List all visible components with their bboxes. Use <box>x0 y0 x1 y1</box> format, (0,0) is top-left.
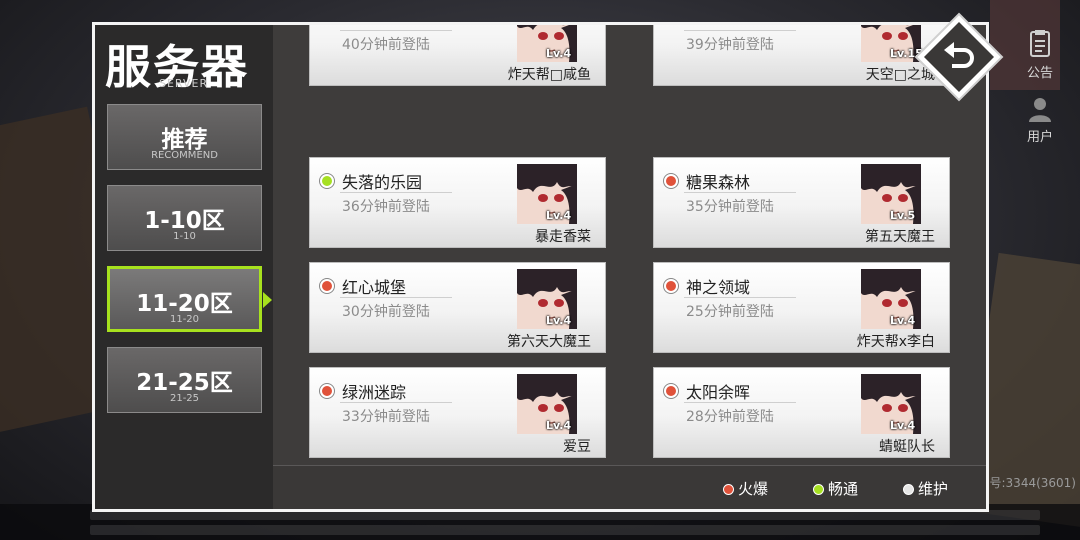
tab-label: 21-25区 <box>136 370 233 396</box>
last-login-time: 36分钟前登陆 <box>342 199 430 215</box>
server-card[interactable]: 39分钟前登陆 Lv.15 天空□之城 <box>653 25 950 86</box>
last-login-time: 30分钟前登陆 <box>342 304 430 320</box>
tab-sublabel: RECOMMEND <box>151 150 218 161</box>
divider <box>684 192 796 193</box>
tab-1-10[interactable]: 1-10区 1-10 <box>107 185 262 251</box>
legend-smooth-label: 畅通 <box>828 480 859 498</box>
character-level: Lv.4 <box>546 47 572 60</box>
server-list[interactable]: 40分钟前登陆 Lv.4 炸天帮□咸鱼 39分钟前登陆 Lv.15 天空□之城 … <box>273 25 986 465</box>
server-name: 太阳余晖 <box>686 383 751 402</box>
legend-maintenance: 维护 <box>903 478 948 499</box>
status-dot <box>664 279 678 293</box>
character-name: 爱豆 <box>563 439 591 455</box>
server-card[interactable]: 40分钟前登陆 Lv.4 炸天帮□咸鱼 <box>309 25 606 86</box>
character-name: 炸天帮x李白 <box>856 334 935 350</box>
tab-label: 1-10区 <box>144 208 225 234</box>
character-name: 蜻蜓队长 <box>879 439 935 455</box>
tab-21-25[interactable]: 21-25区 21-25 <box>107 347 262 413</box>
character-level: Lv.5 <box>890 209 916 222</box>
divider <box>684 297 796 298</box>
server-sidebar: 服务器 SERVER 推荐 RECOMMEND 1-10区 1-10 11-20… <box>95 25 273 509</box>
user-icon <box>1029 98 1051 122</box>
character-level: Lv.4 <box>546 314 572 327</box>
legend-maintenance-dot <box>903 484 914 495</box>
last-login-time: 33分钟前登陆 <box>342 409 430 425</box>
notice-label: 公告 <box>1026 66 1053 81</box>
last-login-time: 28分钟前登陆 <box>686 409 774 425</box>
server-name: 失落的乐园 <box>342 173 423 192</box>
back-button[interactable] <box>914 12 1004 102</box>
legend-hot: 火爆 <box>723 478 768 499</box>
server-panel: 服务器 SERVER 推荐 RECOMMEND 1-10区 1-10 11-20… <box>92 22 989 512</box>
divider <box>684 30 796 31</box>
tab-label: 11-20区 <box>136 291 233 317</box>
divider <box>340 30 452 31</box>
divider <box>340 192 452 193</box>
server-card[interactable]: 糖果森林 35分钟前登陆 Lv.5 第五天魔王 <box>653 157 950 248</box>
tab-11-20[interactable]: 11-20区 11-20 <box>107 266 272 332</box>
server-card[interactable]: 绿洲迷踪 33分钟前登陆 Lv.4 爱豆 <box>309 367 606 458</box>
user-button[interactable]: 用户 <box>1010 96 1070 145</box>
divider <box>684 402 796 403</box>
character-name: 第五天魔王 <box>865 229 935 245</box>
notice-button[interactable]: 公告 <box>1010 30 1070 81</box>
tab-sublabel: 11-20 <box>169 314 200 325</box>
notice-icon <box>1030 30 1050 57</box>
last-login-time: 35分钟前登陆 <box>686 199 774 215</box>
last-login-time: 39分钟前登陆 <box>686 37 774 53</box>
character-name: 暴走香菜 <box>535 229 591 245</box>
status-dot <box>320 174 334 188</box>
character-name: 炸天帮□咸鱼 <box>507 67 591 83</box>
server-name: 绿洲迷踪 <box>342 383 407 402</box>
panel-title-sub: SERVER <box>159 77 209 90</box>
character-name: 第六天大魔王 <box>507 334 591 350</box>
server-name: 糖果森林 <box>686 173 751 192</box>
character-level: Lv.4 <box>546 209 572 222</box>
server-card[interactable]: 失落的乐园 36分钟前登陆 Lv.4 暴走香菜 <box>309 157 606 248</box>
server-card[interactable]: 太阳余晖 28分钟前登陆 Lv.4 蜻蜓队长 <box>653 367 950 458</box>
legend-smooth: 畅通 <box>813 478 858 499</box>
last-login-time: 25分钟前登陆 <box>686 304 774 320</box>
server-name: 神之领域 <box>686 278 751 297</box>
server-card[interactable]: 神之领域 25分钟前登陆 Lv.4 炸天帮x李白 <box>653 262 950 353</box>
tab-sublabel: 1-10 <box>173 231 196 242</box>
divider <box>340 297 452 298</box>
version-text: 号:3344(3601) <box>989 476 1077 490</box>
server-name: 红心城堡 <box>342 278 407 297</box>
legend-maintenance-label: 维护 <box>918 480 949 498</box>
legend-hot-dot <box>723 484 734 495</box>
legend-smooth-dot <box>813 484 824 495</box>
character-level: Lv.4 <box>890 314 916 327</box>
character-level: Lv.4 <box>890 419 916 432</box>
tab-sublabel: 21-25 <box>169 393 200 404</box>
user-label: 用户 <box>1026 130 1053 145</box>
status-dot <box>320 279 334 293</box>
divider <box>340 402 452 403</box>
status-legend: 火爆 畅通 维护 <box>273 465 986 509</box>
status-dot <box>664 174 678 188</box>
status-dot <box>320 384 334 398</box>
legend-hot-label: 火爆 <box>738 480 769 498</box>
character-level: Lv.4 <box>546 419 572 432</box>
tab-label: 推荐 <box>161 127 208 153</box>
last-login-time: 40分钟前登陆 <box>342 37 430 53</box>
status-dot <box>664 384 678 398</box>
server-card[interactable]: 红心城堡 30分钟前登陆 Lv.4 第六天大魔王 <box>309 262 606 353</box>
tab-recommend[interactable]: 推荐 RECOMMEND <box>107 104 262 170</box>
